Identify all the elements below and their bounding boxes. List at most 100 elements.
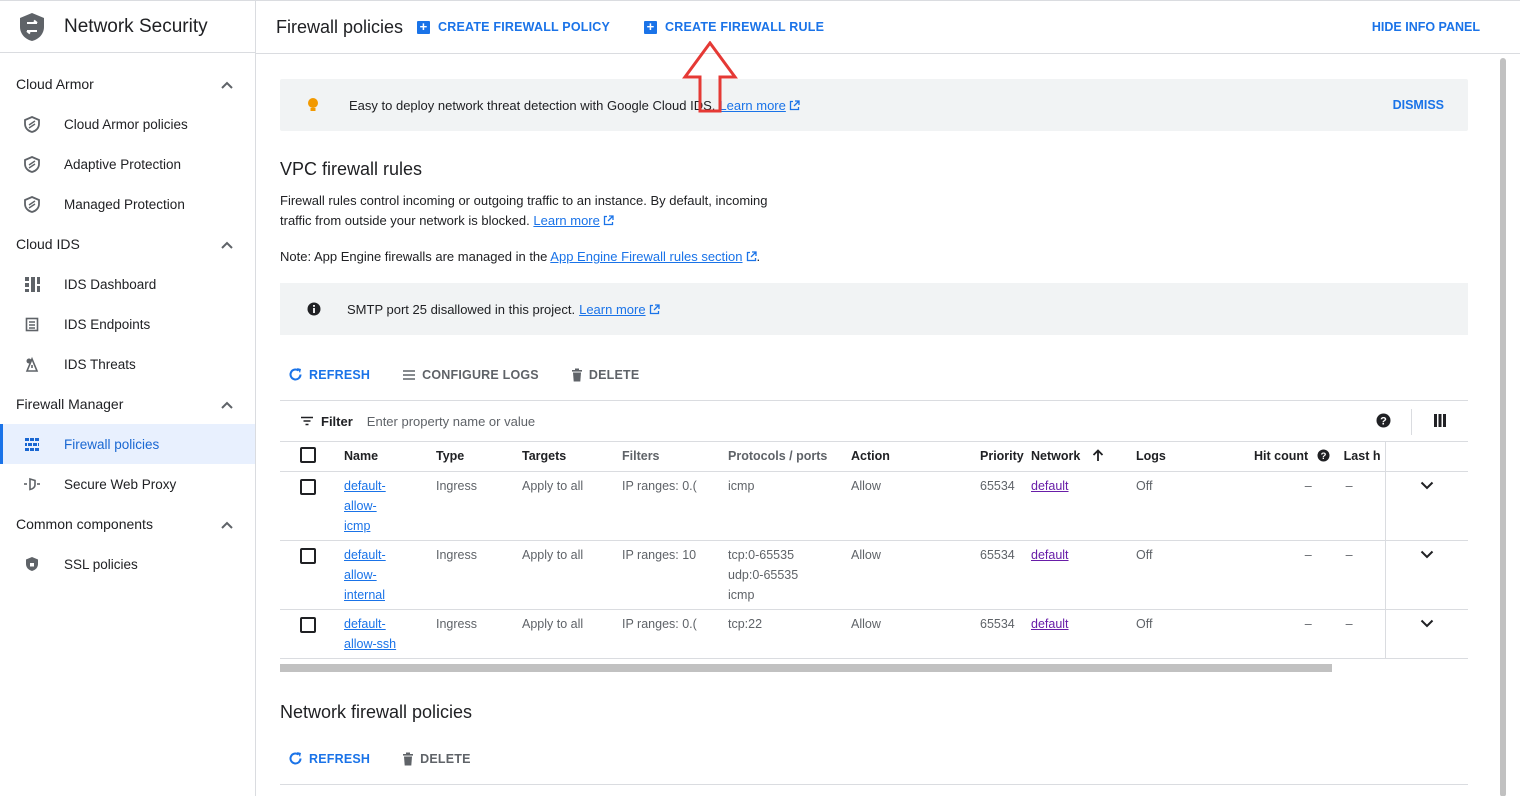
sidebar-item-adaptive-protection[interactable]: Adaptive Protection (0, 144, 255, 184)
cell-targets: Apply to all (522, 540, 622, 610)
external-link-icon (649, 303, 660, 314)
shield-icon (22, 194, 42, 214)
sidebar-item-ids-endpoints[interactable]: IDS Endpoints (0, 304, 255, 344)
cell-protocols: icmp (728, 471, 851, 541)
button-label: CREATE FIREWALL POLICY (438, 20, 611, 34)
cell-hit-count: – (1244, 471, 1330, 541)
sidebar-item-label: SSL policies (64, 556, 138, 572)
chevron-down-icon (1420, 550, 1434, 558)
trash-icon (571, 368, 582, 381)
select-all-checkbox[interactable] (300, 446, 316, 463)
column-header-targets[interactable]: Targets (522, 442, 622, 472)
column-header-priority[interactable]: Priority (926, 442, 1031, 472)
help-icon[interactable]: ? (1317, 449, 1330, 462)
banner-text: Easy to deploy network threat detection … (349, 97, 716, 113)
smtp-learn-more-link[interactable]: Learn more (579, 302, 645, 317)
network-link[interactable]: default (1031, 548, 1069, 562)
rule-name-link[interactable]: default-allow-ssh (344, 614, 404, 654)
column-header-name[interactable]: Name (344, 442, 436, 472)
chevron-up-icon[interactable] (221, 236, 233, 252)
svg-text:?: ? (1320, 451, 1326, 462)
column-display-icon[interactable] (1434, 414, 1446, 427)
delete-button[interactable]: DELETE (402, 752, 471, 766)
sidebar-item-firewall-policies[interactable]: Firewall policies (0, 424, 255, 464)
column-header-action[interactable]: Action (851, 442, 926, 472)
sidebar-item-ids-dashboard[interactable]: IDS Dashboard (0, 264, 255, 304)
shield-icon (22, 114, 42, 134)
cell-protocols: tcp:22 (728, 609, 851, 659)
create-firewall-rule-button[interactable]: + CREATE FIREWALL RULE (644, 20, 824, 34)
row-checkbox[interactable] (300, 547, 316, 564)
network-link[interactable]: default (1031, 617, 1069, 631)
configure-logs-button[interactable]: CONFIGURE LOGS (402, 368, 539, 382)
row-checkbox[interactable] (300, 616, 316, 633)
refresh-icon (289, 752, 302, 765)
row-checkbox[interactable] (300, 478, 316, 495)
divider (1411, 409, 1412, 435)
refresh-button[interactable]: REFRESH (288, 751, 370, 766)
expand-row-button[interactable] (1385, 471, 1468, 541)
help-icon[interactable]: ? (1376, 413, 1391, 428)
cell-filters: IP ranges: 10 (622, 540, 728, 610)
network-link[interactable]: default (1031, 479, 1069, 493)
note-text: Note: App Engine firewalls are managed i… (280, 249, 548, 264)
horizontal-scrollbar[interactable] (280, 664, 1332, 672)
smtp-info-banner: SMTP port 25 disallowed in this project.… (280, 283, 1468, 335)
section-label: Firewall Manager (16, 396, 124, 412)
sidebar-item-secure-web-proxy[interactable]: Secure Web Proxy (0, 464, 255, 504)
column-header-type[interactable]: Type (436, 442, 522, 472)
sidebar-item-ssl-policies[interactable]: SSL policies (0, 544, 255, 584)
app-engine-firewall-link[interactable]: App Engine Firewall rules section (550, 249, 742, 264)
column-header-protocols[interactable]: Protocols / ports (728, 442, 851, 472)
add-box-icon: + (417, 20, 431, 34)
hide-info-panel-button[interactable]: HIDE INFO PANEL (1372, 20, 1480, 34)
vpc-description: Firewall rules control incoming or outgo… (280, 191, 768, 231)
cell-action: Allow (851, 609, 926, 659)
column-header-filters[interactable]: Filters (622, 442, 728, 472)
cell-filters: IP ranges: 0.( (622, 609, 728, 659)
column-header-last-hit[interactable]: Last h (1329, 442, 1386, 472)
column-header-hit-count[interactable]: Hit count ? (1244, 442, 1330, 472)
chevron-up-icon[interactable] (221, 396, 233, 412)
table-row[interactable]: default-allow-icmp Ingress Apply to all … (280, 471, 1468, 541)
section-common-components[interactable]: Common components (0, 504, 255, 544)
button-label: DELETE (588, 367, 640, 382)
button-label: CREATE FIREWALL RULE (665, 20, 825, 34)
sidebar-item-ids-threats[interactable]: IDS Threats (0, 344, 255, 384)
sidebar-item-cloud-armor-policies[interactable]: Cloud Armor policies (0, 104, 255, 144)
section-cloud-armor[interactable]: Cloud Armor (0, 64, 255, 104)
trash-icon (403, 752, 414, 765)
sidebar-item-label: IDS Endpoints (64, 316, 151, 332)
vertical-scrollbar[interactable] (1498, 54, 1508, 796)
section-cloud-ids[interactable]: Cloud IDS (0, 224, 255, 264)
column-header-logs[interactable]: Logs (1136, 442, 1244, 472)
sidebar-item-managed-protection[interactable]: Managed Protection (0, 184, 255, 224)
dismiss-button[interactable]: DISMISS (1393, 98, 1444, 112)
rule-name-link[interactable]: default-allow-icmp (344, 476, 396, 536)
column-header-expand (1385, 442, 1468, 472)
vpc-learn-more-link[interactable]: Learn more (533, 213, 599, 228)
expand-row-button[interactable] (1385, 609, 1468, 659)
product-header: Network Security (0, 1, 255, 53)
filter-input[interactable] (366, 413, 1267, 429)
info-icon (307, 302, 321, 316)
refresh-button[interactable]: REFRESH (288, 367, 370, 382)
filter-label-text: Filter (321, 413, 353, 429)
scrollbar-thumb[interactable] (1500, 58, 1506, 796)
chevron-up-icon[interactable] (221, 76, 233, 92)
delete-button[interactable]: DELETE (571, 368, 640, 382)
external-link-icon (789, 99, 800, 110)
rule-name-link[interactable]: default-allow-internal (344, 545, 396, 605)
column-header-network[interactable]: Network (1031, 442, 1136, 472)
table-row[interactable]: default-allow-ssh Ingress Apply to all I… (280, 609, 1468, 659)
cell-priority: 65534 (926, 471, 1031, 541)
external-link-icon (746, 251, 757, 262)
chevron-up-icon[interactable] (221, 516, 233, 532)
lock-shield-icon (22, 554, 42, 574)
create-firewall-policy-button[interactable]: + CREATE FIREWALL POLICY (417, 20, 610, 34)
expand-row-button[interactable] (1385, 540, 1468, 610)
section-firewall-manager[interactable]: Firewall Manager (0, 384, 255, 424)
cell-network: default (1031, 540, 1136, 610)
table-row[interactable]: default-allow-internal Ingress Apply to … (280, 540, 1468, 610)
ids-promo-banner: Easy to deploy network threat detection … (280, 79, 1468, 131)
